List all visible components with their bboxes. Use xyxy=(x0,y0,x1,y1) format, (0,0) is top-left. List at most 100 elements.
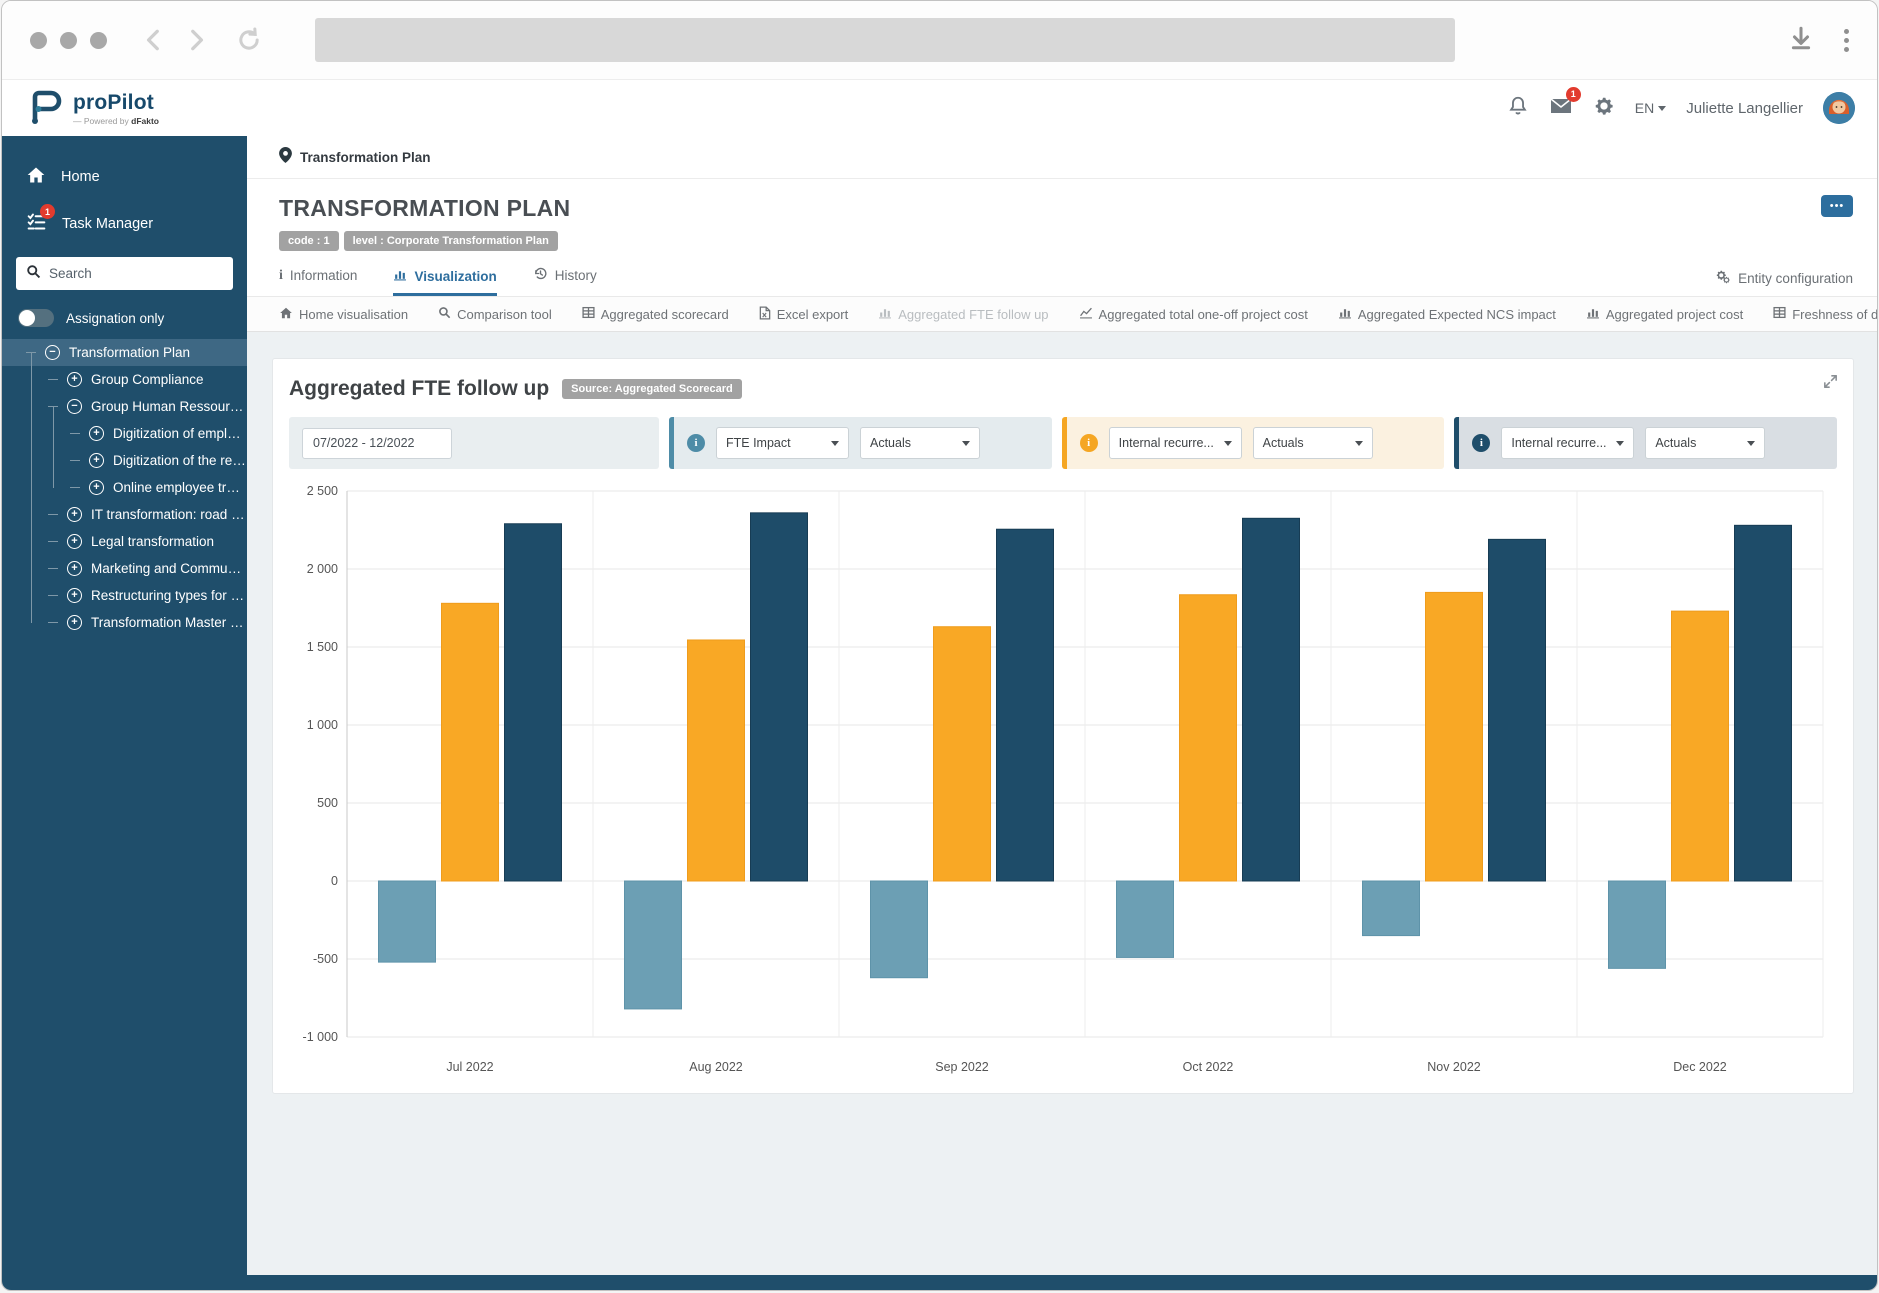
expand-icon[interactable]: + xyxy=(89,426,104,441)
expand-icon[interactable] xyxy=(1822,373,1839,395)
tab-visualization[interactable]: Visualization xyxy=(393,268,496,296)
subtab-home-visualisation[interactable]: Home visualisation xyxy=(279,306,408,323)
expand-icon[interactable]: + xyxy=(89,453,104,468)
tree-item-label: Restructuring types for firms xyxy=(91,588,247,603)
tree-trunk-line xyxy=(53,407,54,488)
expand-icon[interactable]: + xyxy=(67,507,82,522)
forward-icon[interactable] xyxy=(183,27,209,53)
info-icon[interactable]: i xyxy=(1080,434,1098,452)
bar[interactable]: Jul 2022 — Internal recurre... · Actuals… xyxy=(442,603,499,881)
expand-icon[interactable]: + xyxy=(67,534,82,549)
sidebar-item-home[interactable]: Home xyxy=(2,154,247,200)
collapse-icon[interactable]: − xyxy=(45,345,60,360)
info-icon[interactable]: i xyxy=(1472,434,1490,452)
tree-item[interactable]: −Transformation Plan xyxy=(2,339,247,366)
propilot-logo[interactable]: proPilot — Powered by dFakto xyxy=(24,85,159,132)
subtab-freshness-of-data-project[interactable]: Freshness of data - Project xyxy=(1773,306,1878,322)
bar[interactable]: Sep 2022 — Internal recurre... · Actuals… xyxy=(934,627,991,881)
subtab-label: Freshness of data - Project xyxy=(1792,307,1878,322)
expand-icon[interactable]: + xyxy=(67,561,82,576)
expand-icon[interactable]: + xyxy=(67,588,82,603)
breadcrumb-label[interactable]: Transformation Plan xyxy=(300,150,431,165)
tree-item[interactable]: +Online employee training ... xyxy=(2,474,247,501)
download-icon[interactable] xyxy=(1788,25,1814,56)
svg-text:0: 0 xyxy=(331,874,338,888)
user-avatar[interactable] xyxy=(1823,92,1855,124)
subtab-aggregated-project-cost[interactable]: Aggregated project cost xyxy=(1586,306,1743,322)
bar[interactable]: Oct 2022 — Internal recurre... · Actuals… xyxy=(1180,595,1237,881)
expand-icon[interactable]: + xyxy=(67,615,82,630)
entity-configuration-button[interactable]: Entity configuration xyxy=(1715,270,1853,296)
bar[interactable]: Aug 2022 — Internal recurre... · Actuals… xyxy=(751,513,808,881)
subtab-aggregated-scorecard[interactable]: Aggregated scorecard xyxy=(582,306,729,322)
svg-text:Sep 2022: Sep 2022 xyxy=(935,1060,989,1074)
tree-item-label: Transformation Plan xyxy=(69,345,190,360)
bar[interactable]: Nov 2022 — Internal recurre... · Actuals… xyxy=(1489,539,1546,881)
expand-icon[interactable]: + xyxy=(89,480,104,495)
window-dot[interactable] xyxy=(30,32,47,49)
bar[interactable]: Nov 2022 — FTE Impact · Actuals: -350 xyxy=(1363,881,1420,936)
subtab-aggregated-fte-follow-up[interactable]: Aggregated FTE follow up xyxy=(878,306,1048,322)
mode-select[interactable]: Actuals xyxy=(1253,427,1373,459)
tree-item[interactable]: +IT transformation: road to 20... xyxy=(2,501,247,528)
window-dot[interactable] xyxy=(90,32,107,49)
expand-icon[interactable]: + xyxy=(67,372,82,387)
tree-item[interactable]: + Group Compliance xyxy=(2,366,247,393)
bar[interactable]: Jul 2022 — Internal recurre... · Actuals… xyxy=(505,524,562,881)
tree-item[interactable]: +Digitization of the recruit... xyxy=(2,447,247,474)
window-control-dots[interactable] xyxy=(30,32,107,49)
settings-gear-icon[interactable] xyxy=(1593,95,1615,122)
browser-menu-icon[interactable] xyxy=(1844,29,1849,52)
bar[interactable]: Oct 2022 — Internal recurre... · Actuals… xyxy=(1243,518,1300,881)
metric-select[interactable]: Internal recurre... xyxy=(1109,427,1242,459)
user-name[interactable]: Juliette Langellier xyxy=(1686,100,1803,117)
mode-select[interactable]: Actuals xyxy=(860,427,980,459)
subtab-comparison-tool[interactable]: Comparison tool xyxy=(438,306,552,322)
subtab-aggregated-total-one-off-project-cost[interactable]: Aggregated total one-off project cost xyxy=(1079,306,1308,322)
tree-item[interactable]: +Digitization of employees ... xyxy=(2,420,247,447)
tree-item[interactable]: +Legal transformation xyxy=(2,528,247,555)
mode-select[interactable]: Actuals xyxy=(1645,427,1765,459)
tree-connector xyxy=(70,460,80,461)
history-icon xyxy=(533,266,548,284)
subtab-excel-export[interactable]: Excel export xyxy=(759,306,849,323)
bar[interactable]: Dec 2022 — FTE Impact · Actuals: -560 xyxy=(1609,881,1666,968)
bar[interactable]: Aug 2022 — Internal recurre... · Actuals… xyxy=(688,640,745,881)
language-selector[interactable]: EN xyxy=(1635,100,1666,116)
home-icon xyxy=(279,306,293,323)
back-icon[interactable] xyxy=(141,27,167,53)
subtab-aggregated-expected-ncs-impact[interactable]: Aggregated Expected NCS impact xyxy=(1338,306,1556,322)
bar[interactable]: Aug 2022 — FTE Impact · Actuals: -820 xyxy=(625,881,682,1009)
tree-item-label: Group Human Ressources xyxy=(91,399,247,414)
notifications-bell-icon[interactable] xyxy=(1507,95,1529,122)
more-actions-button[interactable]: ••• xyxy=(1821,195,1853,217)
tree-item-label: Group Compliance xyxy=(91,372,204,387)
tree-item[interactable]: +Transformation Master Plan -... xyxy=(2,609,247,636)
tree-item[interactable]: +Marketing and Communicati... xyxy=(2,555,247,582)
bar[interactable]: Oct 2022 — FTE Impact · Actuals: -490 xyxy=(1117,881,1174,957)
bar[interactable]: Nov 2022 — Internal recurre... · Actuals… xyxy=(1426,592,1483,881)
tab-information[interactable]: iInformation xyxy=(279,267,357,296)
tree-item[interactable]: −Group Human Ressources xyxy=(2,393,247,420)
sidebar-item-task-manager[interactable]: 1 Task Manager xyxy=(2,200,247,247)
window-dot[interactable] xyxy=(60,32,77,49)
refresh-icon[interactable] xyxy=(235,26,263,54)
collapse-icon[interactable]: − xyxy=(67,399,82,414)
info-icon[interactable]: i xyxy=(687,434,705,452)
tab-history[interactable]: History xyxy=(533,266,597,296)
svg-text:Oct 2022: Oct 2022 xyxy=(1183,1060,1234,1074)
bar[interactable]: Sep 2022 — Internal recurre... · Actuals… xyxy=(997,529,1054,881)
messages-envelope-icon[interactable]: 1 xyxy=(1549,94,1573,123)
metric-select[interactable]: FTE Impact xyxy=(716,427,849,459)
bar[interactable]: Dec 2022 — Internal recurre... · Actuals… xyxy=(1672,611,1729,881)
browser-chrome xyxy=(2,1,1877,79)
date-range-input[interactable] xyxy=(302,428,452,459)
metric-select[interactable]: Internal recurre... xyxy=(1501,427,1634,459)
bar[interactable]: Dec 2022 — Internal recurre... · Actuals… xyxy=(1735,525,1792,881)
assignation-toggle[interactable] xyxy=(18,309,54,327)
bar[interactable]: Jul 2022 — FTE Impact · Actuals: -520 xyxy=(379,881,436,962)
search-input[interactable] xyxy=(49,266,223,281)
bar[interactable]: Sep 2022 — FTE Impact · Actuals: -620 xyxy=(871,881,928,978)
url-bar[interactable] xyxy=(315,18,1455,62)
tree-item[interactable]: + Restructuring types for firms xyxy=(2,582,247,609)
